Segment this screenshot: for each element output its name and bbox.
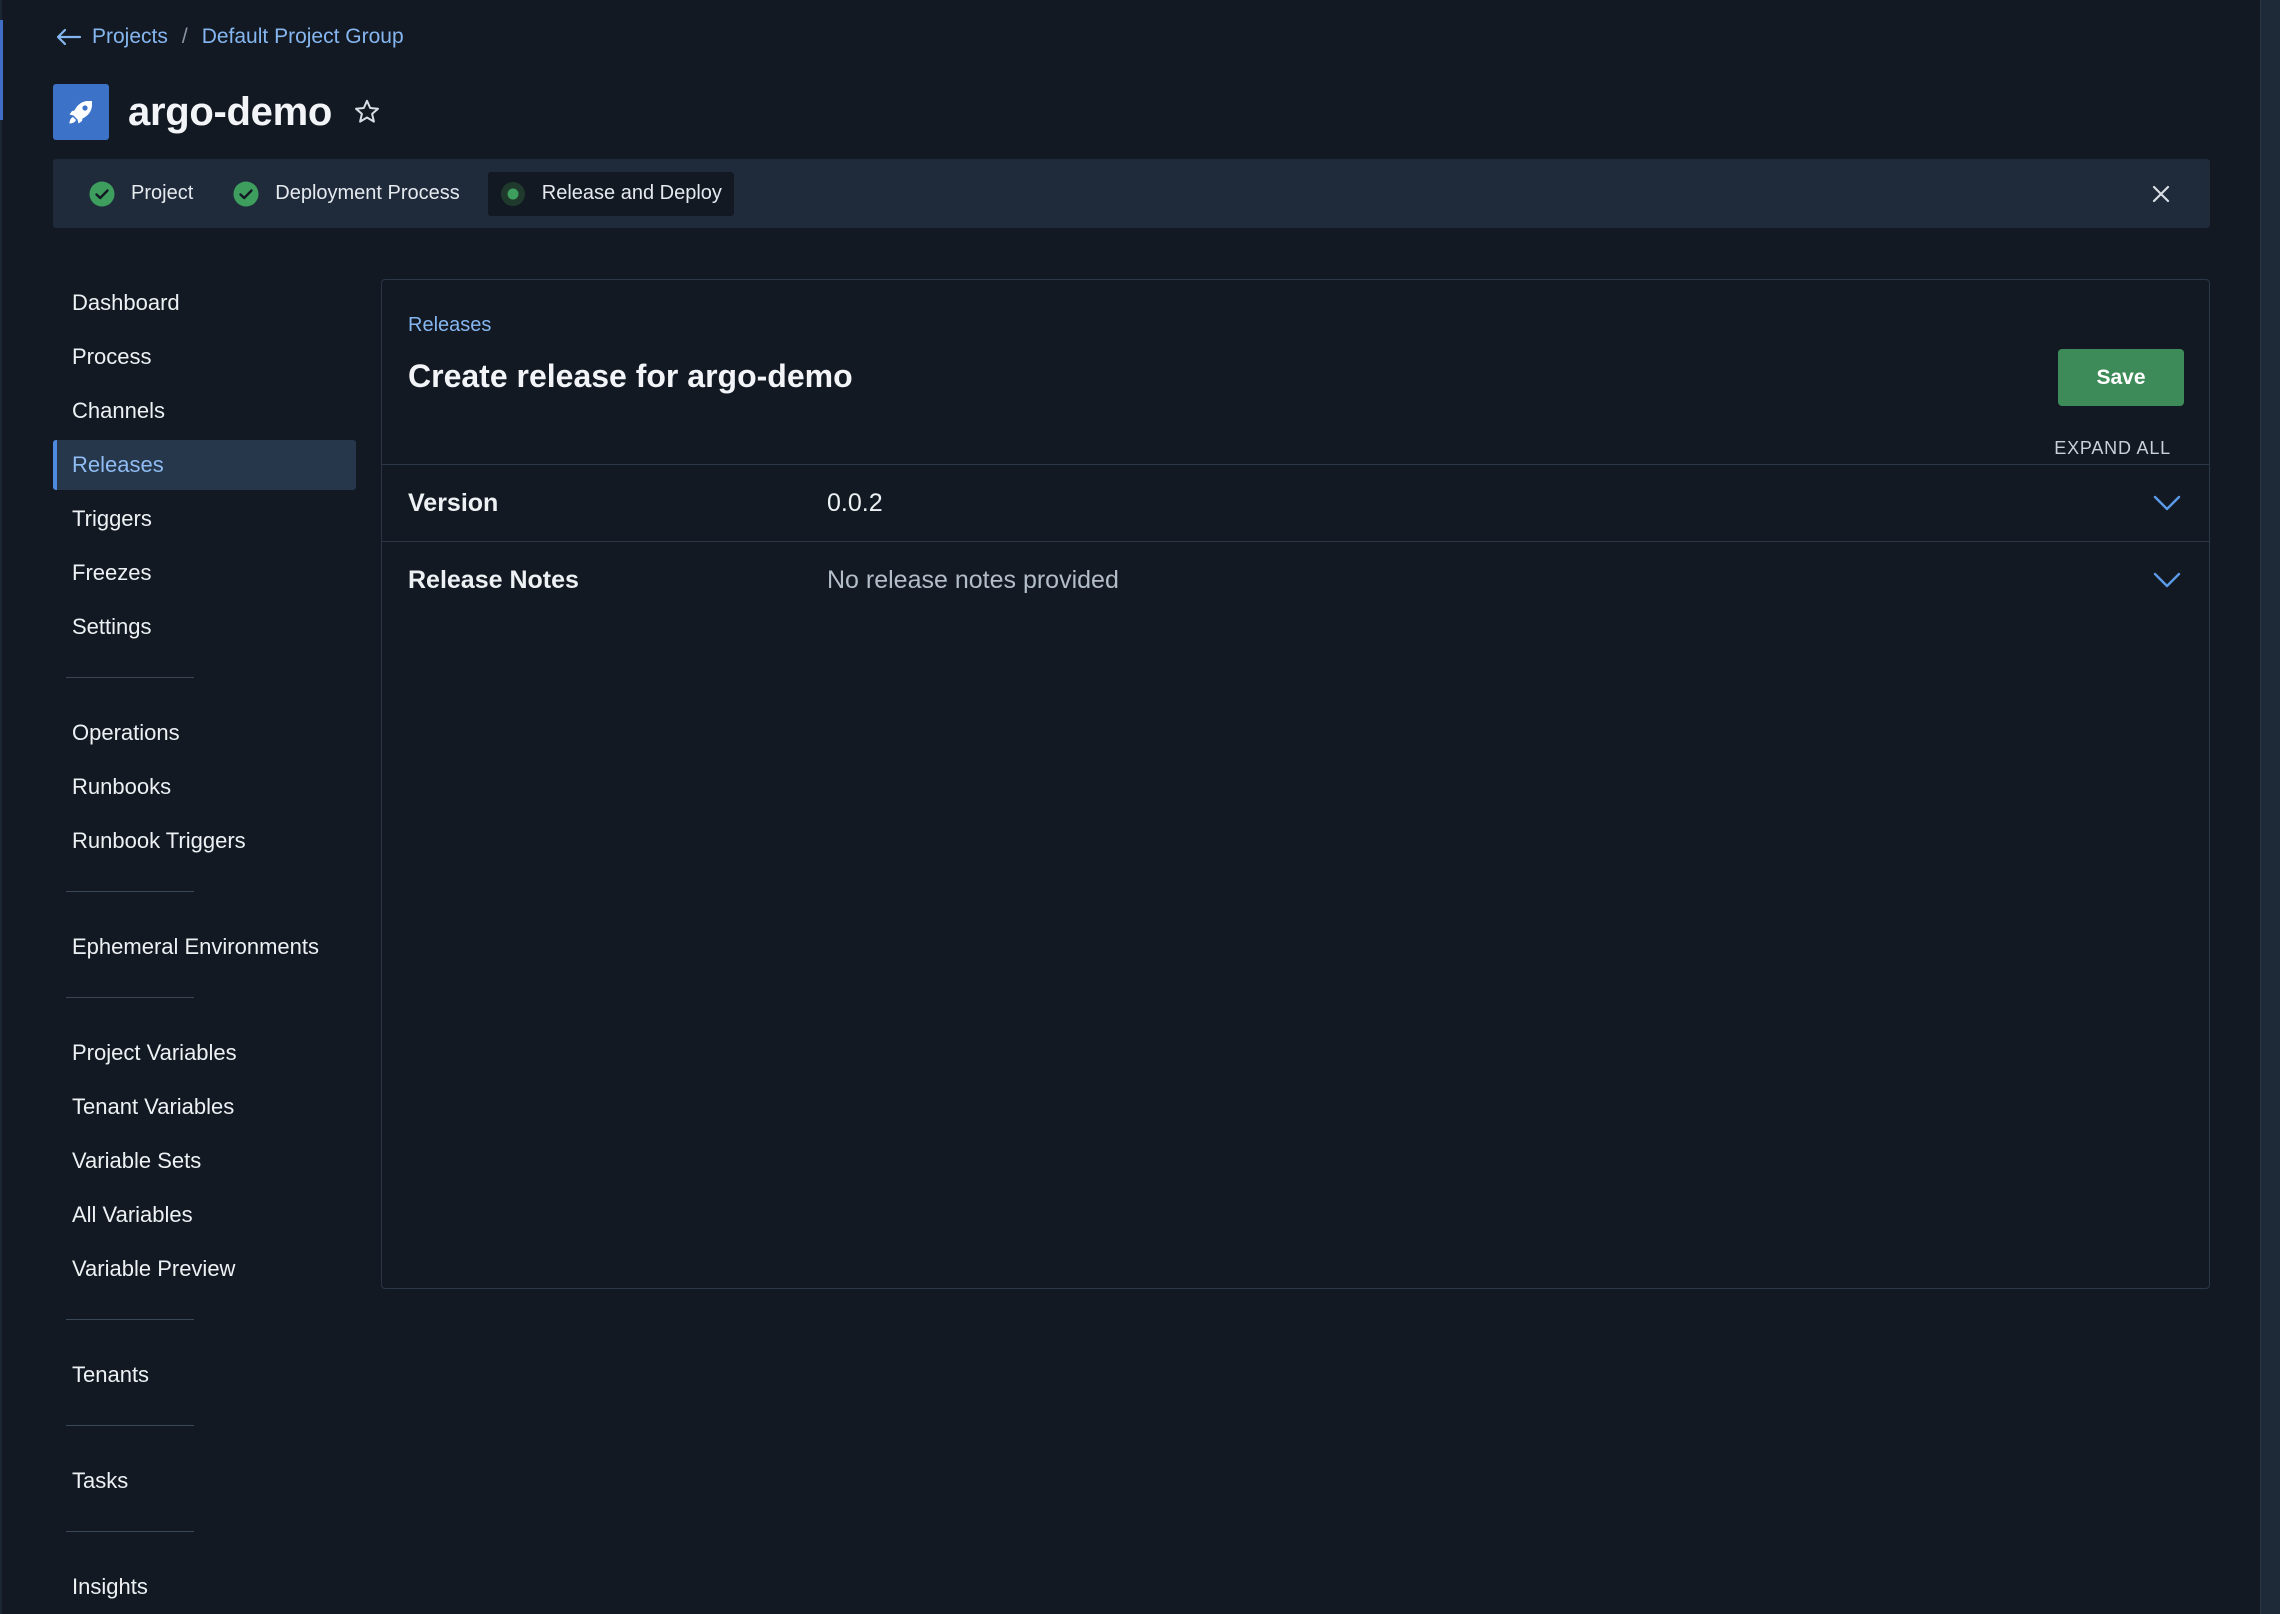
sidebar-item-project-variables[interactable]: Project Variables: [53, 1028, 356, 1078]
step-label: Project: [131, 182, 194, 204]
step-deployment-process[interactable]: Deployment Process: [221, 172, 472, 216]
chevron-down-icon[interactable]: [2153, 493, 2181, 513]
breadcrumb: Projects / Default Project Group: [54, 22, 404, 52]
sidebar-item-variable-sets[interactable]: Variable Sets: [53, 1136, 356, 1186]
sidebar-divider: [66, 1425, 194, 1426]
left-edge-accent: [0, 20, 3, 120]
breadcrumb-group-link[interactable]: Default Project Group: [202, 25, 404, 49]
step-label: Release and Deploy: [541, 182, 722, 204]
sidebar-item-channels[interactable]: Channels: [53, 386, 356, 436]
sidebar-item-operations[interactable]: Operations: [53, 708, 356, 758]
project-title: argo-demo: [128, 89, 332, 134]
step-release-and-deploy[interactable]: Release and Deploy: [487, 171, 734, 216]
save-button[interactable]: Save: [2058, 349, 2184, 406]
sidebar-divider: [66, 1319, 194, 1320]
sidebar-item-triggers[interactable]: Triggers: [53, 494, 356, 544]
release-notes-label: Release Notes: [408, 565, 579, 594]
sidebar-item-runbooks[interactable]: Runbooks: [53, 762, 356, 812]
sidebar-item-tenant-variables[interactable]: Tenant Variables: [53, 1082, 356, 1132]
sidebar-nav: Dashboard Process Channels Releases Trig…: [53, 278, 356, 1614]
sidebar-item-tasks[interactable]: Tasks: [53, 1456, 356, 1506]
sidebar-item-process[interactable]: Process: [53, 332, 356, 382]
sidebar-item-ephemeral-environments[interactable]: Ephemeral Environments: [53, 922, 356, 972]
page-title: Create release for argo-demo: [408, 358, 853, 394]
sidebar-item-all-variables[interactable]: All Variables: [53, 1190, 356, 1240]
version-section[interactable]: Version 0.0.2: [382, 464, 2209, 541]
create-release-card: Releases Create release for argo-demo Sa…: [381, 279, 2210, 1289]
step-label: Deployment Process: [275, 182, 460, 204]
version-value: 0.0.2: [827, 488, 883, 517]
arrow-left-icon[interactable]: [54, 25, 82, 49]
expand-all-button[interactable]: EXPAND ALL: [2054, 438, 2171, 459]
sidebar-item-insights[interactable]: Insights: [53, 1562, 356, 1612]
left-edge: [0, 0, 2, 1614]
rocket-icon: [53, 84, 109, 140]
releases-breadcrumb-link[interactable]: Releases: [408, 314, 491, 337]
sidebar-item-freezes[interactable]: Freezes: [53, 548, 356, 598]
sidebar-divider: [66, 677, 194, 678]
current-step-dot-icon: [500, 181, 526, 207]
release-notes-value: No release notes provided: [827, 565, 1119, 594]
sidebar-item-releases[interactable]: Releases: [53, 440, 356, 490]
step-project[interactable]: Project: [77, 172, 205, 216]
project-header: argo-demo: [53, 84, 382, 140]
version-label: Version: [408, 488, 499, 517]
sidebar-divider: [66, 1531, 194, 1532]
close-icon[interactable]: [2148, 181, 2174, 207]
check-circle-icon: [233, 181, 259, 207]
sidebar-divider: [66, 891, 194, 892]
sidebar-item-runbook-triggers[interactable]: Runbook Triggers: [53, 816, 356, 866]
onboarding-stepper: Project Deployment Process Release and D…: [53, 159, 2210, 228]
sidebar-item-tenants[interactable]: Tenants: [53, 1350, 356, 1400]
sidebar-item-variable-preview[interactable]: Variable Preview: [53, 1244, 356, 1294]
check-circle-icon: [89, 181, 115, 207]
app-window: Projects / Default Project Group argo-de…: [0, 0, 2280, 1614]
page-scrollbar[interactable]: [2260, 0, 2280, 1614]
sidebar-item-dashboard[interactable]: Dashboard: [53, 278, 356, 328]
breadcrumb-projects-link[interactable]: Projects: [92, 25, 168, 49]
chevron-down-icon[interactable]: [2153, 570, 2181, 590]
sidebar-divider: [66, 997, 194, 998]
release-notes-section[interactable]: Release Notes No release notes provided: [382, 541, 2209, 618]
breadcrumb-separator: /: [181, 25, 188, 48]
star-icon[interactable]: [352, 97, 382, 127]
sidebar-item-settings[interactable]: Settings: [53, 602, 356, 652]
